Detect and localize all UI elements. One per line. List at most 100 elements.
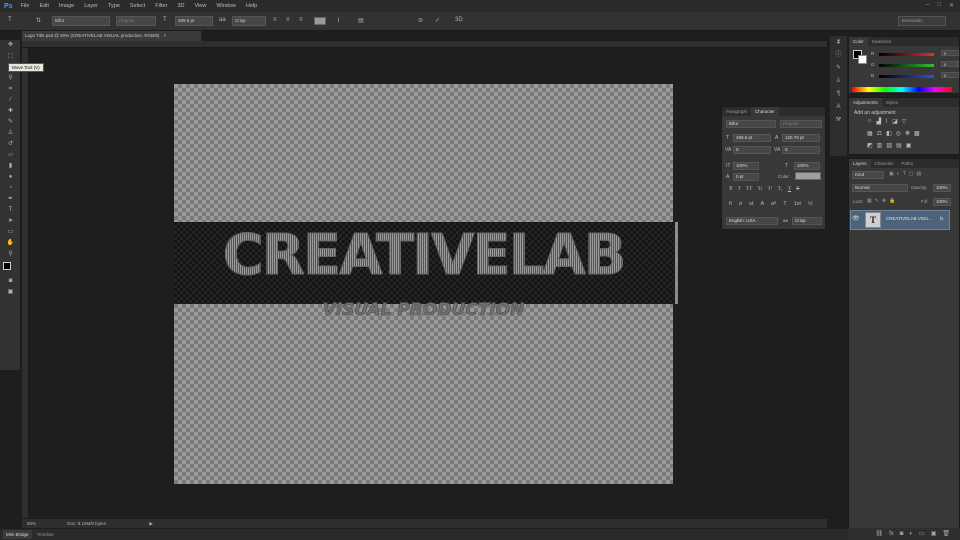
menu-type[interactable]: Type <box>108 3 120 9</box>
layer-visibility-eye-icon[interactable]: 👁 <box>852 215 860 222</box>
color-swatches[interactable] <box>0 260 21 276</box>
foreground-color-swatch[interactable] <box>3 262 11 270</box>
delete-layer-icon[interactable]: 🗑 <box>942 528 950 540</box>
char-horizontal-scale[interactable]: 100% <box>794 162 820 170</box>
red-slider[interactable] <box>879 53 934 56</box>
align-left-icon[interactable]: ≡ <box>273 17 277 23</box>
curves-icon[interactable]: ⌇ <box>885 118 888 125</box>
clone-source-panel-icon[interactable]: ♙ <box>830 75 847 88</box>
blue-slider-row[interactable]: B 0 <box>867 72 959 79</box>
superscript-button[interactable]: T¹ <box>767 186 772 192</box>
menu-help[interactable]: Help <box>246 3 257 9</box>
gradient-map-icon[interactable]: ▤ <box>896 142 902 149</box>
swash-button-icon[interactable]: st <box>749 201 753 207</box>
adjustment-layer-icon[interactable]: ◐ <box>909 528 913 540</box>
char-leading[interactable]: 120.79 pt <box>782 134 820 142</box>
tab-timeline[interactable]: Timeline <box>37 532 54 537</box>
screen-mode-icon[interactable]: ▣ <box>0 287 21 298</box>
half-button-icon[interactable]: ½ <box>808 201 813 207</box>
lock-icons[interactable]: ▦✎✥🔒 <box>867 198 898 204</box>
layer-fx-badge[interactable]: fx <box>940 216 944 221</box>
brush-tool-icon[interactable]: ✎ <box>0 117 21 128</box>
menu-edit[interactable]: Edit <box>39 3 48 9</box>
antialias-select[interactable]: Crisp <box>232 16 266 26</box>
type-tool-preset-icon[interactable]: T <box>8 17 12 23</box>
subscript-button[interactable]: T₁ <box>777 186 782 192</box>
red-slider-row[interactable]: R 0 <box>867 50 959 57</box>
tab-layers[interactable]: Layers <box>849 159 871 168</box>
posterize-icon[interactable]: ▥ <box>877 142 883 149</box>
blue-slider[interactable] <box>879 75 934 78</box>
black-white-icon[interactable]: ◧ <box>886 130 892 137</box>
paragraph-panel-icon[interactable]: ¶ <box>830 88 847 101</box>
titling-button-icon[interactable]: aᵃ <box>771 201 776 207</box>
faux-italic-button[interactable]: T <box>738 186 741 192</box>
threshold-icon[interactable]: ▨ <box>886 142 892 149</box>
move-tool-icon[interactable]: ✥ <box>0 40 21 51</box>
fill-field[interactable]: 100% <box>933 198 951 206</box>
minimize-button[interactable]: – <box>926 2 929 9</box>
crop-tool-icon[interactable]: ⌗ <box>0 84 21 95</box>
green-slider-row[interactable]: G 0 <box>867 61 959 68</box>
zoom-tool-icon[interactable]: ⚲ <box>0 249 21 260</box>
faux-bold-button[interactable]: T <box>729 186 733 192</box>
character-panel-toggle-icon[interactable]: ▤ <box>358 17 364 24</box>
character-panel-icon[interactable]: A <box>830 101 847 114</box>
char-font-style[interactable]: Regular <box>780 120 822 128</box>
text-color-swatch[interactable] <box>314 17 326 25</box>
3d-icon[interactable]: 3D <box>455 17 463 23</box>
ordinals-button-icon[interactable]: T <box>783 201 786 207</box>
tab-character[interactable]: Character <box>751 107 779 116</box>
text-box-handle[interactable] <box>675 222 678 304</box>
path-select-tool-icon[interactable]: ➤ <box>0 216 21 227</box>
document-tab[interactable]: Logo Title.psd @ 50% (CREATIVELAB VISUAL… <box>22 31 202 41</box>
char-tracking[interactable]: 0 <box>782 146 820 154</box>
properties-panel-icon[interactable]: ⓘ <box>830 49 847 62</box>
status-menu-arrow-icon[interactable]: ▶ <box>149 521 152 526</box>
tab-paths[interactable]: Paths <box>898 159 918 168</box>
font-style-select[interactable]: Regular <box>116 16 156 26</box>
stylistic-button-icon[interactable]: A <box>760 201 764 207</box>
menu-3d[interactable]: 3D <box>177 3 184 9</box>
pen-tool-icon[interactable]: ✒ <box>0 194 21 205</box>
add-mask-icon[interactable]: ◙ <box>900 528 904 540</box>
cancel-edit-icon[interactable]: ⊘ <box>418 17 423 24</box>
exposure-icon[interactable]: ◪ <box>892 118 898 125</box>
text-orientation-icon[interactable]: ⇅ <box>36 17 41 24</box>
font-size-field[interactable]: 289.6 pt <box>175 16 213 26</box>
zoom-level[interactable]: 50% <box>27 521 36 526</box>
all-caps-button[interactable]: TT <box>746 186 753 192</box>
add-style-icon[interactable]: fx <box>889 528 894 540</box>
oldstyle-button-icon[interactable]: σ <box>739 201 742 207</box>
menu-window[interactable]: Window <box>216 3 236 9</box>
photo-filter-icon[interactable]: ◎ <box>896 130 901 137</box>
tab-color[interactable]: Color <box>849 37 868 46</box>
char-font-family[interactable]: Bifur <box>726 120 776 128</box>
gradient-tool-icon[interactable]: ▮ <box>0 161 21 172</box>
fractions-button-icon[interactable]: 1st <box>794 201 801 207</box>
invert-icon[interactable]: ◩ <box>867 142 873 149</box>
char-kerning[interactable]: 0 <box>733 146 771 154</box>
brightness-icon[interactable]: ☼ <box>867 118 873 125</box>
align-center-icon[interactable]: ≡ <box>286 17 290 23</box>
ruler-horizontal[interactable] <box>22 41 827 48</box>
tab-channels[interactable]: Channels <box>871 159 898 168</box>
char-baseline-shift[interactable]: 0 pt <box>733 173 759 181</box>
type-tool-icon[interactable]: T <box>0 205 21 216</box>
red-value[interactable]: 0 <box>941 50 959 56</box>
small-caps-button[interactable]: Tr <box>757 186 762 192</box>
color-spectrum-bar[interactable] <box>852 87 952 92</box>
channel-mixer-icon[interactable]: ❋ <box>905 130 910 137</box>
color-lookup-icon[interactable]: ▩ <box>914 130 920 137</box>
tab-paragraph[interactable]: Paragraph <box>722 107 751 116</box>
tab-styles[interactable]: Styles <box>882 98 902 107</box>
char-language-select[interactable]: English: USA <box>726 217 778 225</box>
tab-mini-bridge[interactable]: Mini Bridge <box>3 530 32 539</box>
quick-mask-icon[interactable]: ◙ <box>0 276 21 287</box>
tab-adjustments[interactable]: Adjustments <box>849 98 882 107</box>
opacity-field[interactable]: 100% <box>933 184 951 192</box>
green-value[interactable]: 0 <box>941 61 959 67</box>
clone-stamp-tool-icon[interactable]: ♙ <box>0 128 21 139</box>
layer-name[interactable]: CREATIVELAB VISU... <box>886 216 932 221</box>
char-antialias-select[interactable]: Crisp <box>792 217 822 225</box>
